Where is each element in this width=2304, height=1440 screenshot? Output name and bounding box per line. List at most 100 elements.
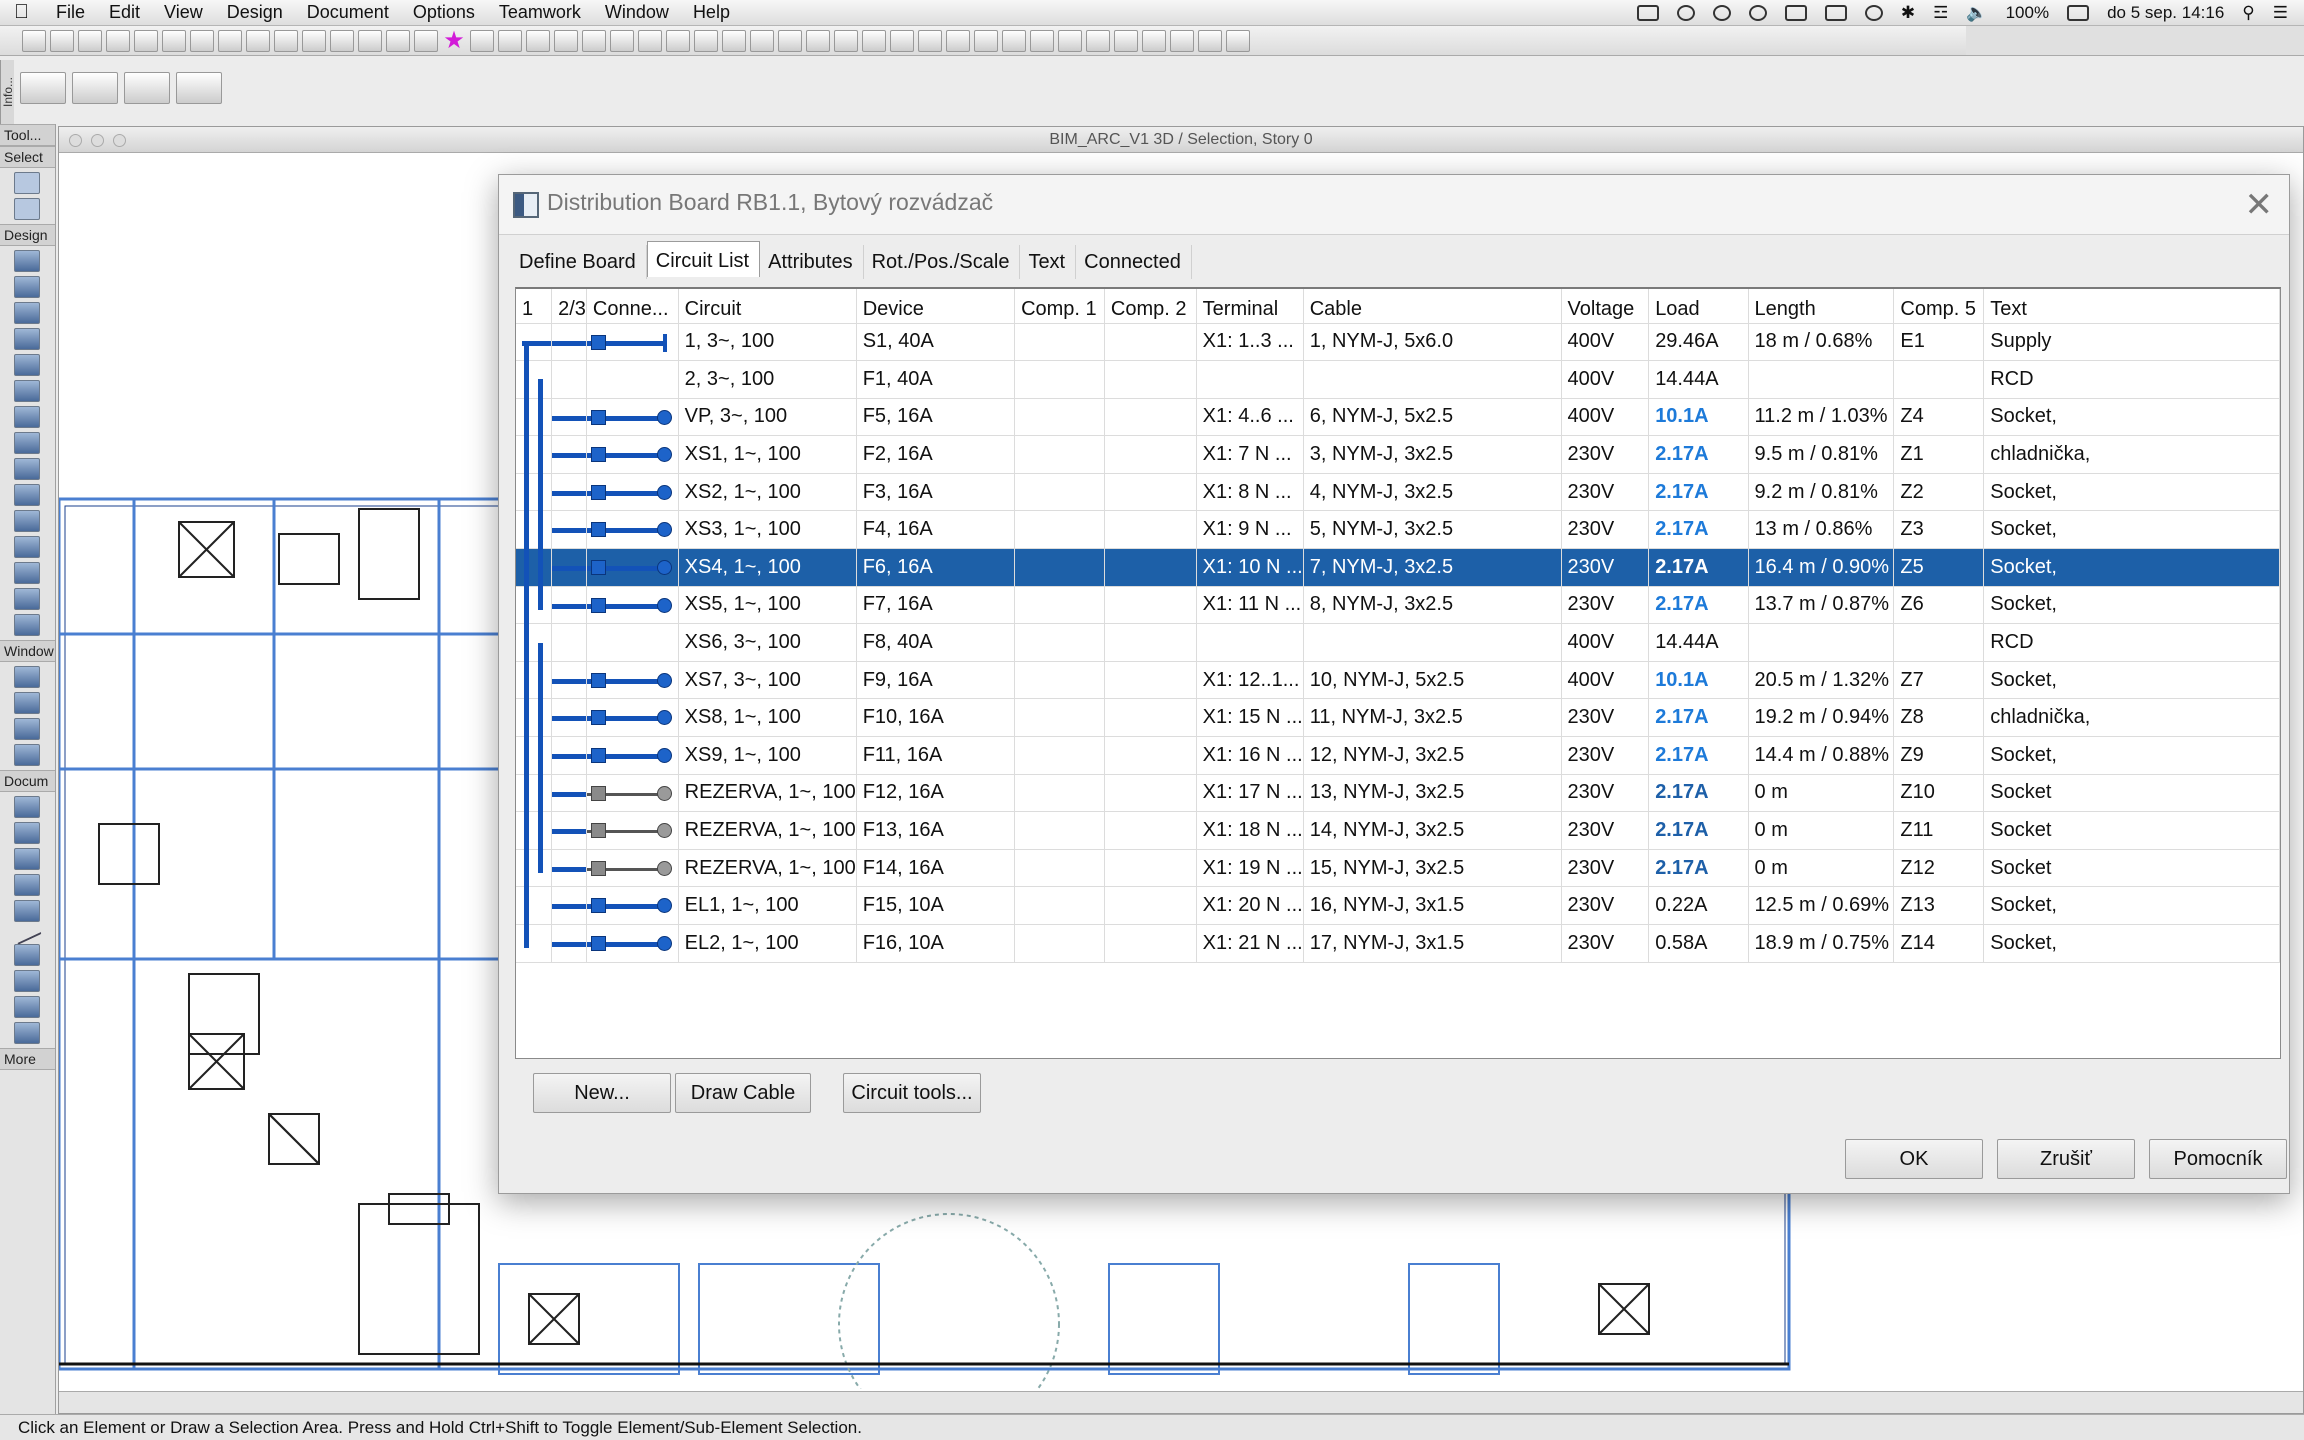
wall-tool-icon[interactable] xyxy=(14,250,40,272)
dimension-tool-icon[interactable] xyxy=(14,796,40,818)
undo-icon[interactable] xyxy=(218,29,242,52)
table-row[interactable]: REZERVA, 1~, 100 F13, 16A X1: 18 N ... 14, … xyxy=(516,811,2280,850)
zone-tool-icon[interactable] xyxy=(14,562,40,584)
table-row[interactable]: EL1, 1~, 100 F15, 10A X1: 20 N ... 16, NYM-… xyxy=(516,886,2280,925)
fill-icon[interactable] xyxy=(526,29,550,52)
adjust-icon[interactable] xyxy=(918,29,942,52)
line-tool-icon[interactable] xyxy=(12,921,42,945)
table-row[interactable]: VP, 3~, 100 F5, 16A X1: 4..6 ... 6, NYM-J, … xyxy=(516,398,2280,437)
table-row[interactable]: XS9, 1~, 100 F11, 16A X1: 16 N ... 12, NYM-… xyxy=(516,736,2280,775)
camera-icon[interactable] xyxy=(1198,29,1222,52)
roof-tool-icon[interactable] xyxy=(14,328,40,350)
col-header-comp5[interactable]: Comp. 5 xyxy=(1893,289,1985,324)
gear-icon[interactable] xyxy=(1748,5,1767,21)
beam-tool-icon[interactable] xyxy=(14,354,40,376)
table-row[interactable]: XS1, 1~, 100 F2, 16A X1: 7 N ... 3, NYM-J, … xyxy=(516,435,2280,474)
table-row[interactable]: XS6, 3~, 100 F8, 40A 400V 14.44A RCD xyxy=(516,623,2280,662)
table-row[interactable]: XS3, 1~, 100 F4, 16A X1: 9 N ... 5, NYM-J, … xyxy=(516,510,2280,550)
draw-cable-button[interactable]: Draw Cable xyxy=(675,1073,811,1113)
table-row[interactable]: XS2, 1~, 100 F3, 16A X1: 8 N ... 4, NYM-J, … xyxy=(516,473,2280,512)
lock-icon[interactable] xyxy=(1058,29,1082,52)
cancel-button[interactable]: Zrušiť xyxy=(1997,1139,2135,1179)
toolbox-section-more[interactable]: More xyxy=(0,1048,55,1070)
col-header-load[interactable]: Load xyxy=(1648,289,1749,324)
rectangle-select-icon[interactable] xyxy=(72,72,118,104)
print-icon[interactable] xyxy=(106,29,130,52)
eyedropper-icon[interactable] xyxy=(330,29,354,52)
cut-icon[interactable] xyxy=(134,29,158,52)
col-header-terminal[interactable]: Terminal xyxy=(1196,289,1304,324)
split-icon[interactable] xyxy=(890,29,914,52)
col-header-text[interactable]: Text xyxy=(1983,289,2280,324)
door-tool-icon[interactable] xyxy=(14,276,40,298)
railing-tool-icon[interactable] xyxy=(14,536,40,558)
window-zoom-icon[interactable] xyxy=(113,134,126,147)
toolbox-section-select[interactable]: Select xyxy=(0,146,55,168)
elevate-icon[interactable] xyxy=(834,29,858,52)
find-select-icon[interactable] xyxy=(386,29,410,52)
table-row[interactable]: 1, 3~, 100 S1, 40A X1: 1..3 ... 1, NYM-J, 5… xyxy=(516,323,2280,362)
rotate-icon[interactable] xyxy=(778,29,802,52)
redo-icon[interactable] xyxy=(246,29,270,52)
tab-connected[interactable]: Connected xyxy=(1076,245,1192,279)
object-tool-icon[interactable] xyxy=(14,432,40,454)
snap-icon[interactable] xyxy=(610,29,634,52)
label-tool-icon[interactable] xyxy=(14,874,40,896)
table-row[interactable]: XS4, 1~, 100 F6, 16A X1: 10 N ... 7, NYM-J,… xyxy=(516,548,2280,587)
battery-icon[interactable] xyxy=(2067,5,2090,21)
circuit-tools-button[interactable]: Circuit tools... xyxy=(843,1073,981,1113)
tab-circuit-list[interactable]: Circuit List xyxy=(646,241,761,277)
new-button[interactable]: New... xyxy=(533,1073,671,1113)
morph-tool-icon[interactable] xyxy=(14,588,40,610)
search-icon[interactable]: ⚲ xyxy=(2242,3,2254,23)
pan-icon[interactable] xyxy=(124,72,170,104)
menu-edit[interactable]: Edit xyxy=(97,2,152,23)
3d-view-icon[interactable] xyxy=(1086,29,1110,52)
publish-icon[interactable] xyxy=(1226,29,1250,52)
inject-icon[interactable] xyxy=(358,29,382,52)
keyboard-icon[interactable] xyxy=(1824,5,1847,21)
circuit-list-table-wrap[interactable]: 1 2/3 Conne... Circuit Device Comp. 1 Co… xyxy=(515,287,2281,1059)
guide-icon[interactable] xyxy=(722,29,746,52)
pen-icon[interactable] xyxy=(302,29,326,52)
window-tool-icon[interactable] xyxy=(14,302,40,324)
zoom-icon[interactable] xyxy=(414,29,438,52)
slab-tool-icon[interactable] xyxy=(14,484,40,506)
arc-icon[interactable] xyxy=(750,29,774,52)
tab-define-board[interactable]: Define Board xyxy=(511,245,647,279)
drawing-navigation-bar[interactable] xyxy=(59,1391,2303,1413)
col-header-2-3[interactable]: 2/3 xyxy=(551,289,587,324)
bluetooth-icon[interactable]: ✱ xyxy=(1901,3,1915,23)
toolbox-section-window[interactable]: Window xyxy=(0,640,55,662)
marquee-icon[interactable] xyxy=(20,72,66,104)
figure-tool-icon[interactable] xyxy=(14,1022,40,1044)
menu-document[interactable]: Document xyxy=(295,2,401,23)
tab-rot-pos-scale[interactable]: Rot./Pos./Scale xyxy=(864,245,1021,279)
volume-icon[interactable]: 🔈 xyxy=(1966,3,1987,23)
table-row[interactable]: XS5, 1~, 100 F7, 16A X1: 11 N ... 8, NYM-J,… xyxy=(516,586,2280,625)
window-close-icon[interactable] xyxy=(69,134,82,147)
intersect-icon[interactable] xyxy=(946,29,970,52)
menu-help[interactable]: Help xyxy=(681,2,742,23)
airplay-icon[interactable] xyxy=(1784,5,1807,21)
pen-set-icon[interactable] xyxy=(582,29,606,52)
mesh-tool-icon[interactable] xyxy=(14,406,40,428)
marquee-tool-icon[interactable] xyxy=(14,198,40,220)
menu-design[interactable]: Design xyxy=(215,2,295,23)
display-icon[interactable] xyxy=(1636,5,1659,21)
col-header-length[interactable]: Length xyxy=(1748,289,1895,324)
trace-icon[interactable] xyxy=(694,29,718,52)
menu-view[interactable]: View xyxy=(152,2,215,23)
col-header-1[interactable]: 1 xyxy=(516,289,553,324)
group-icon[interactable] xyxy=(1030,29,1054,52)
menu-teamwork[interactable]: Teamwork xyxy=(487,2,593,23)
stair-tool-icon[interactable] xyxy=(14,510,40,532)
new-file-icon[interactable] xyxy=(22,29,46,52)
col-header-circuit[interactable]: Circuit xyxy=(678,289,857,324)
magic-wand-icon[interactable] xyxy=(470,29,494,52)
toolbox-section-design[interactable]: Design xyxy=(0,224,55,246)
clock[interactable]: do 5 sep. 14:16 xyxy=(2107,3,2224,23)
offset-icon[interactable] xyxy=(1002,29,1026,52)
menu-file[interactable]: File xyxy=(44,2,97,23)
menu-window[interactable]: Window xyxy=(593,2,681,23)
